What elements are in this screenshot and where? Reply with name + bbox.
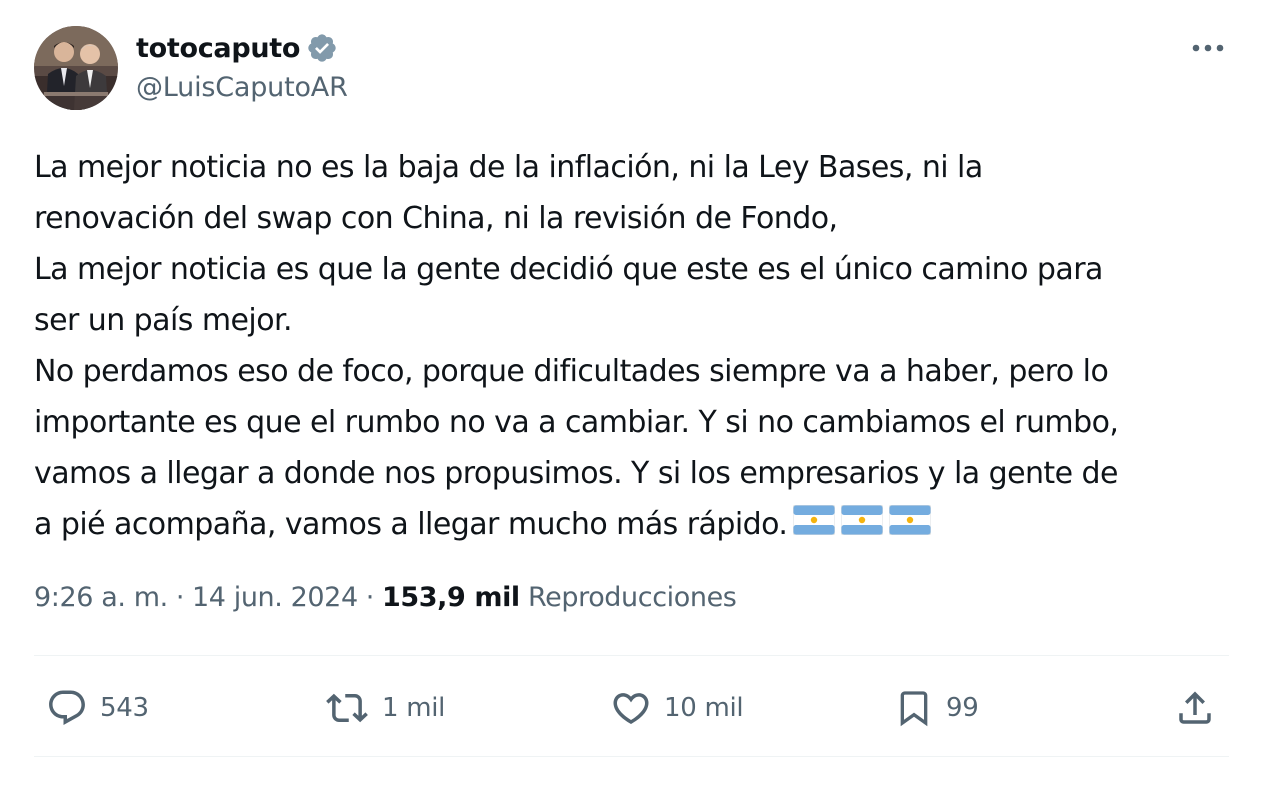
tweet-line: La mejor noticia es que la gente decidió… xyxy=(34,252,1103,287)
retweet-icon xyxy=(324,687,370,729)
tweet-line: No perdamos eso de foco, porque dificult… xyxy=(34,354,1109,389)
reply-icon xyxy=(46,687,88,729)
tweet-line: renovación del swap con China, ni la rev… xyxy=(34,201,838,236)
verified-badge-icon[interactable] xyxy=(306,32,338,64)
tweet-line: ser un país mejor. xyxy=(34,303,293,338)
bookmark-button[interactable]: 99 xyxy=(894,684,979,732)
heart-icon xyxy=(610,687,652,729)
more-options-icon[interactable] xyxy=(1186,34,1230,62)
argentina-flag-icon xyxy=(888,500,932,551)
views-label: Reproducciones xyxy=(527,582,737,613)
tweet-line: a pié acompaña, vamos a llegar mucho más… xyxy=(34,507,788,542)
divider xyxy=(34,655,1229,656)
like-button[interactable]: 10 mil xyxy=(610,684,744,732)
bookmark-count: 99 xyxy=(946,693,979,723)
handle[interactable]: @LuisCaputoAR xyxy=(136,72,348,103)
tweet-text: La mejor noticia no es la baja de la inf… xyxy=(34,142,1234,551)
avatar-photo xyxy=(34,26,118,110)
argentina-flag-icon xyxy=(840,500,884,551)
tweet-time[interactable]: 9:26 a. m. xyxy=(34,582,168,613)
meta-separator: · xyxy=(365,582,375,613)
views-count: 153,9 mil xyxy=(381,582,520,613)
tweet-line: vamos a llegar a donde nos propusimos. Y… xyxy=(34,456,1119,491)
share-button[interactable] xyxy=(1174,684,1216,732)
reply-count: 543 xyxy=(100,693,149,723)
retweet-count: 1 mil xyxy=(382,693,446,723)
reply-button[interactable]: 543 xyxy=(46,684,149,732)
tweet-line: importante es que el rumbo no va a cambi… xyxy=(34,405,1119,440)
bookmark-icon xyxy=(894,686,934,730)
tweet-line: La mejor noticia no es la baja de la inf… xyxy=(34,150,983,185)
display-name[interactable]: totocaputo xyxy=(136,33,300,64)
divider xyxy=(34,756,1229,757)
meta-separator: · xyxy=(175,582,185,613)
author-info: totocaputo @LuisCaputoAR xyxy=(136,28,348,104)
retweet-button[interactable]: 1 mil xyxy=(324,684,445,732)
argentina-flag-icon xyxy=(792,500,836,551)
tweet-date[interactable]: 14 jun. 2024 xyxy=(192,582,358,613)
share-icon xyxy=(1174,687,1216,729)
name-row: totocaputo xyxy=(136,28,348,68)
tweet-last-line: a pié acompaña, vamos a llegar mucho más… xyxy=(34,499,1234,551)
like-count: 10 mil xyxy=(664,693,744,723)
tweet-card: totocaputo @LuisCaputoAR La mejor notici… xyxy=(0,0,1280,788)
tweet-meta: 9:26 a. m. · 14 jun. 2024 · 153,9 mil Reprod… xyxy=(34,582,737,613)
avatar[interactable] xyxy=(34,26,118,110)
